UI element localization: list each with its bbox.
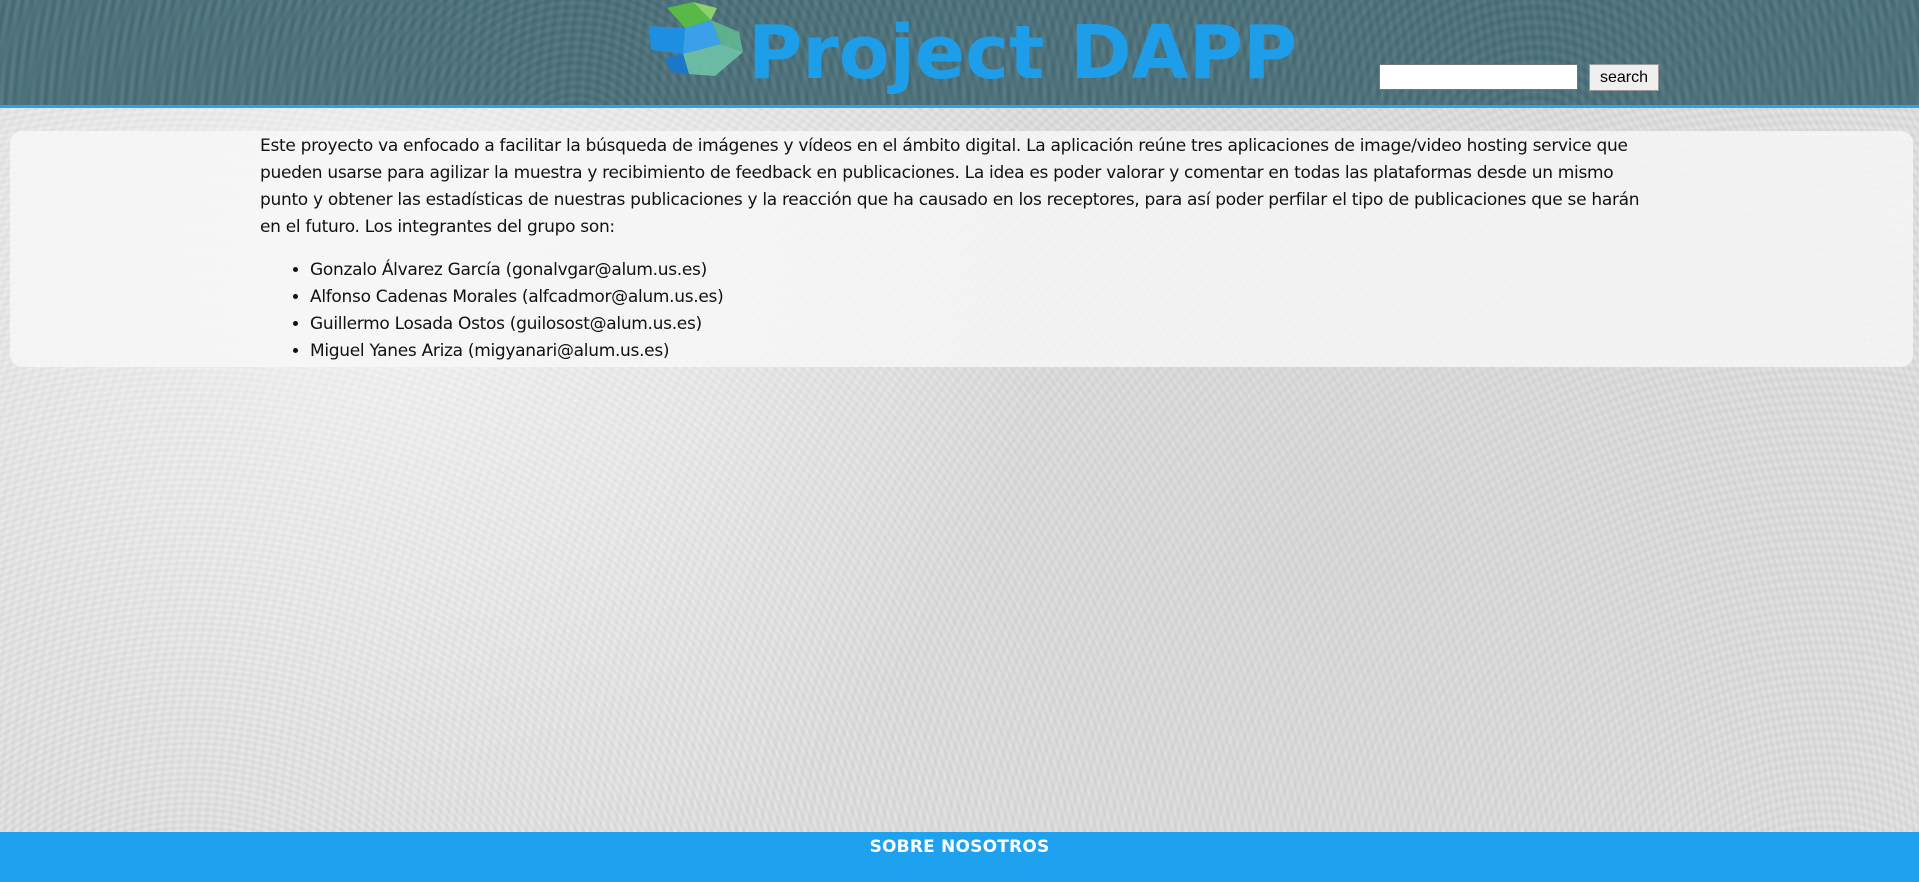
site-footer: SOBRE NOSOTROS	[0, 832, 1919, 882]
site-header: Project DAPP search	[0, 0, 1919, 108]
members-list: Gonzalo Álvarez García (gonalvgar@alum.u…	[260, 257, 1660, 365]
content-panel: Este proyecto va enfocado a facilitar la…	[10, 131, 1913, 367]
search-input[interactable]	[1379, 64, 1578, 90]
content-body: Este proyecto va enfocado a facilitar la…	[260, 131, 1660, 365]
cube-logo-icon[interactable]	[645, 2, 745, 78]
project-description: Este proyecto va enfocado a facilitar la…	[260, 136, 1640, 237]
about-us-link[interactable]: SOBRE NOSOTROS	[870, 837, 1050, 857]
list-item: Gonzalo Álvarez García (gonalvgar@alum.u…	[310, 257, 1660, 284]
list-item: Guillermo Losada Ostos (guilosost@alum.u…	[310, 311, 1660, 338]
search-button[interactable]: search	[1589, 64, 1659, 91]
site-title[interactable]: Project DAPP	[748, 8, 1297, 98]
list-item: Miguel Yanes Ariza (migyanari@alum.us.es…	[310, 338, 1660, 365]
list-item: Alfonso Cadenas Morales (alfcadmor@alum.…	[310, 284, 1660, 311]
